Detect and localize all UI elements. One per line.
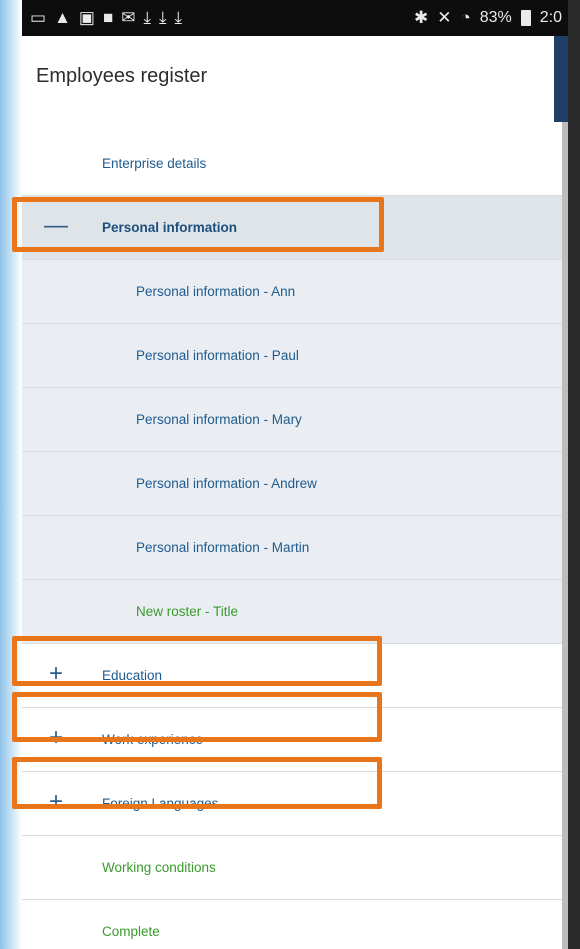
menu-item-personal-information[interactable]: — Personal information — [22, 196, 562, 260]
menu-item-working-conditions[interactable]: Working conditions — [22, 836, 562, 900]
expand-icon[interactable]: + — [44, 726, 68, 750]
youtube-icon: ■ — [102, 8, 114, 27]
menu-item-work-experience[interactable]: + Work experience — [22, 708, 562, 772]
battery-percent: 83% — [479, 9, 512, 26]
battery-icon — [520, 10, 531, 26]
submenu-item-label: Personal information - Ann — [136, 284, 296, 299]
menu-item-label: Foreign Languages — [102, 796, 219, 811]
header-accent-bar — [554, 36, 568, 122]
right-frame-edge — [568, 0, 580, 949]
submenu-item-martin[interactable]: Personal information - Martin — [22, 516, 562, 580]
menu-item-label: Working conditions — [102, 860, 216, 875]
download-icon: ⤓ — [174, 8, 183, 27]
collapse-icon[interactable]: — — [44, 214, 68, 238]
expand-icon[interactable]: + — [44, 662, 68, 686]
notification-icons: ▭ ▲ ▣ ■ ✉ ⤓ ⤓ ⤓ — [30, 7, 182, 29]
mute-icon: ✕ — [437, 8, 452, 27]
submenu-item-andrew[interactable]: Personal information - Andrew — [22, 452, 562, 516]
submenu-item-paul[interactable]: Personal information - Paul — [22, 324, 562, 388]
page-title: Employees register — [36, 65, 208, 87]
submenu-item-ann[interactable]: Personal information - Ann — [22, 260, 562, 324]
submenu-item-label: Personal information - Mary — [136, 412, 302, 427]
status-right: ✱ ✕ ◔ 83% 2:0 — [414, 7, 562, 29]
submenu-item-new-roster[interactable]: New roster - Title — [22, 580, 562, 644]
scrollbar[interactable] — [562, 122, 568, 949]
submenu-item-label: Personal information - Martin — [136, 540, 310, 555]
mail-icon: ✉ — [121, 8, 136, 27]
submenu-item-label: Personal information - Paul — [136, 348, 299, 363]
download-icon: ⤓ — [159, 8, 167, 27]
message-icon: ▭ — [30, 8, 47, 27]
image-icon: ▣ — [78, 8, 95, 27]
menu-item-enterprise-details[interactable]: Enterprise details — [22, 132, 562, 196]
submenu-item-label: Personal information - Andrew — [136, 476, 317, 491]
menu-item-label: Personal information — [102, 220, 238, 235]
phone-screen: ▭ ▲ ▣ ■ ✉ ⤓ ⤓ ⤓ ✱ ✕ ◔ 83% 2:0 Employees … — [22, 0, 568, 949]
expand-icon[interactable]: + — [44, 790, 68, 814]
menu-item-label: Education — [102, 668, 163, 683]
menu-item-label: Complete — [102, 924, 160, 939]
wifi-icon: ◔ — [460, 8, 471, 27]
status-time: 2:0 — [539, 9, 562, 26]
bluetooth-icon: ✱ — [413, 8, 429, 27]
download-icon: ⤓ — [143, 8, 151, 27]
menu-item-foreign-languages[interactable]: + Foreign Languages — [22, 772, 562, 836]
warning-icon: ▲ — [54, 8, 71, 27]
submenu-item-mary[interactable]: Personal information - Mary — [22, 388, 562, 452]
menu-item-label: Work experience — [102, 732, 204, 747]
app-header: Employees register — [22, 36, 568, 122]
left-frame-gradient — [0, 0, 22, 949]
navigation-menu: Enterprise details — Personal informatio… — [22, 132, 562, 949]
menu-item-label: Enterprise details — [102, 156, 207, 171]
menu-item-complete[interactable]: Complete — [22, 900, 562, 949]
submenu-item-label: New roster - Title — [136, 604, 239, 619]
menu-item-education[interactable]: + Education — [22, 644, 562, 708]
status-bar: ▭ ▲ ▣ ■ ✉ ⤓ ⤓ ⤓ ✱ ✕ ◔ 83% 2:0 — [22, 0, 568, 36]
